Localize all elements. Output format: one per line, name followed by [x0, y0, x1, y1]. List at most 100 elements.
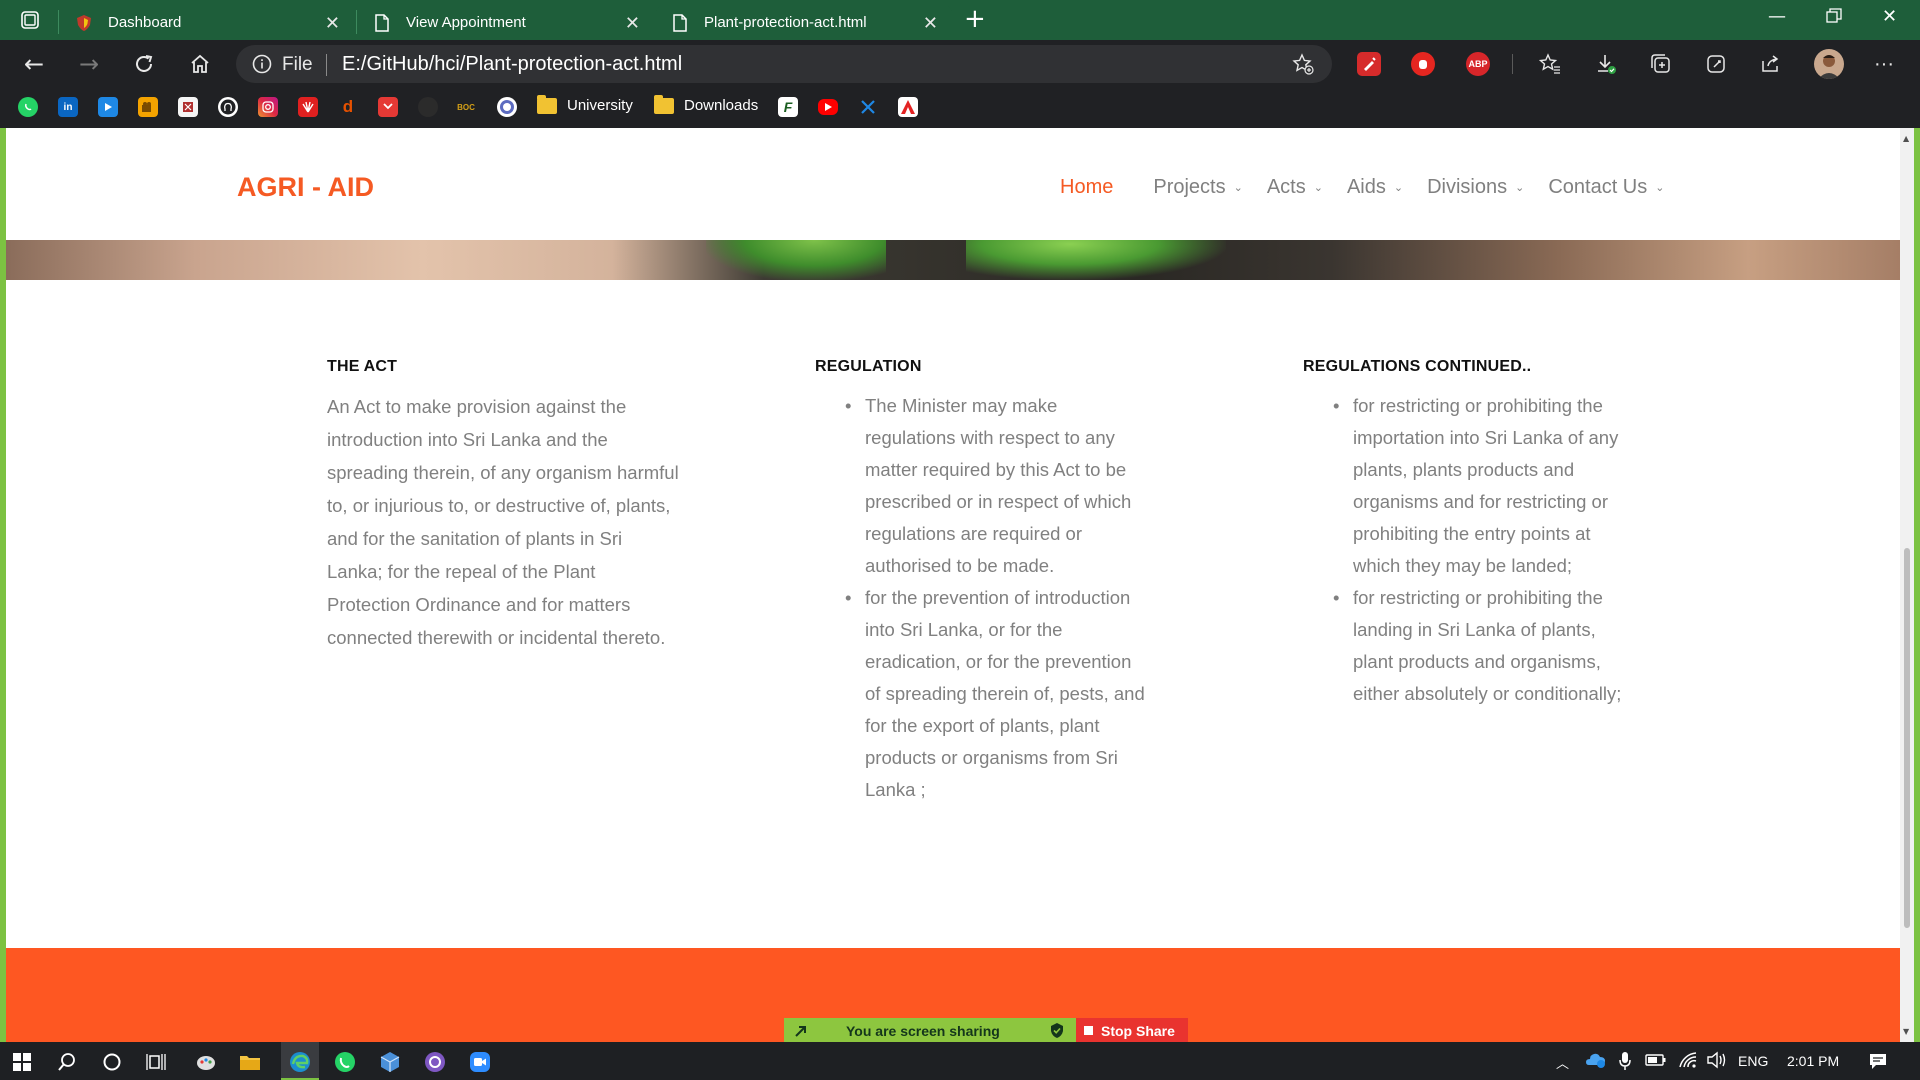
nav-acts[interactable]: Acts ⌄: [1267, 176, 1323, 199]
tab-title: Dashboard: [108, 14, 182, 31]
nav-aids[interactable]: Aids ⌄: [1347, 176, 1403, 199]
adblock-plus-icon[interactable]: ABP: [1466, 52, 1490, 76]
windows-start-icon[interactable]: [10, 1050, 34, 1074]
workspaces-icon[interactable]: [18, 8, 42, 32]
whatsapp-app-icon[interactable]: [333, 1050, 357, 1074]
chevron-down-icon: ⌄: [1393, 181, 1404, 194]
input-language[interactable]: ENG: [1738, 1053, 1768, 1069]
act-column: THE ACT An Act to make provision against…: [327, 358, 707, 654]
scroll-down-icon[interactable]: ▼: [1903, 1027, 1909, 1036]
scrollbar-thumb[interactable]: [1904, 548, 1910, 928]
adobe-bookmark-icon[interactable]: [898, 97, 918, 117]
nav-home[interactable]: Home: [1060, 176, 1113, 199]
volume-icon[interactable]: [1706, 1051, 1728, 1073]
collections-icon[interactable]: [1649, 52, 1673, 76]
boc-bookmark-icon[interactable]: BOC: [456, 97, 476, 117]
text-line: Lanka; for the repeal of the Plant: [327, 561, 596, 582]
nav-projects[interactable]: Projects ⌄: [1153, 176, 1242, 199]
hand-stop-extension-icon[interactable]: [1411, 52, 1435, 76]
downloads-icon[interactable]: [1594, 52, 1618, 76]
nav-label: Home: [1060, 176, 1114, 198]
add-favorite-icon[interactable]: [1292, 53, 1314, 75]
minimize-icon[interactable]: —: [1768, 6, 1786, 27]
3d-box-app-icon[interactable]: [378, 1050, 402, 1074]
x-tool-bookmark-icon[interactable]: [858, 97, 878, 117]
stop-share-button[interactable]: Stop Share: [1076, 1018, 1188, 1043]
emblem-bookmark-icon[interactable]: [497, 97, 517, 117]
back-icon[interactable]: ←: [20, 50, 48, 78]
linkedin-bookmark-icon[interactable]: in: [58, 97, 78, 117]
task-view-icon[interactable]: [144, 1050, 168, 1074]
paint-app-icon[interactable]: [194, 1050, 218, 1074]
text-line: eradication, or for the prevention: [865, 651, 1132, 672]
home-icon[interactable]: [186, 50, 214, 78]
close-tab-icon[interactable]: ✕: [625, 13, 640, 34]
profile-avatar[interactable]: [1814, 49, 1844, 79]
reload-icon[interactable]: [130, 50, 158, 78]
list-item: for restricting or prohibiting the landi…: [1333, 582, 1723, 710]
pocket-bookmark-icon[interactable]: [378, 97, 398, 117]
url-text[interactable]: E:/GitHub/hci/Plant-protection-act.html: [342, 53, 682, 76]
battery-icon[interactable]: [1645, 1053, 1667, 1071]
site-logo[interactable]: AGRI - AID: [237, 172, 374, 203]
edge-browser-icon[interactable]: [288, 1050, 312, 1074]
bookmark-folder-downloads[interactable]: Downloads: [654, 94, 758, 114]
nav-contact-us[interactable]: Contact Us ⌄: [1548, 176, 1664, 199]
zoom-app-icon[interactable]: [468, 1050, 492, 1074]
huawei-bookmark-icon[interactable]: [298, 97, 318, 117]
file-explorer-icon[interactable]: [238, 1050, 262, 1074]
restore-icon[interactable]: [1826, 8, 1842, 29]
more-options-icon[interactable]: ···: [1872, 52, 1896, 76]
new-tab-icon[interactable]: +: [964, 4, 986, 34]
d-bookmark-icon[interactable]: d: [338, 97, 358, 117]
wifi-icon[interactable]: [1678, 1051, 1698, 1073]
main-nav: Home Projects ⌄ Acts ⌄ Aids ⌄ Divisions …: [1060, 176, 1688, 199]
f-bookmark-icon[interactable]: F: [778, 97, 798, 117]
text-line: landing in Sri Lanka of plants,: [1353, 619, 1596, 640]
chevron-down-icon: ⌄: [1515, 181, 1525, 194]
text-line: authorised to be made.: [865, 555, 1055, 576]
forward-icon[interactable]: →: [75, 50, 103, 78]
github-desktop-icon[interactable]: [423, 1050, 447, 1074]
github-bookmark-icon[interactable]: [218, 97, 238, 117]
share-status-text: You are screen sharing: [846, 1023, 1000, 1039]
tab-view-appointment[interactable]: View Appointment ✕: [358, 5, 654, 40]
nav-label: Acts: [1266, 176, 1306, 198]
video-bookmark-icon[interactable]: [98, 97, 118, 117]
close-window-icon[interactable]: ✕: [1882, 6, 1897, 27]
search-icon[interactable]: [55, 1050, 79, 1074]
close-tab-icon[interactable]: ✕: [325, 13, 340, 34]
youtube-bookmark-icon[interactable]: [818, 99, 838, 115]
info-icon[interactable]: [252, 54, 272, 74]
regulation-list: for restricting or prohibiting the impor…: [1303, 390, 1723, 710]
page-scrollbar[interactable]: ▲ ▼: [1900, 128, 1914, 1042]
bookmark-folder-university[interactable]: University: [537, 94, 633, 114]
dark-circle-bookmark-icon[interactable]: [418, 97, 438, 117]
text-line: for restricting or prohibiting the: [1353, 395, 1603, 416]
onedrive-sync-icon[interactable]: [1584, 1051, 1606, 1073]
action-center-icon[interactable]: [1868, 1052, 1888, 1074]
favorites-icon[interactable]: [1538, 52, 1562, 76]
cortana-icon[interactable]: [100, 1050, 124, 1074]
whatsapp-bookmark-icon[interactable]: [18, 97, 38, 117]
tab-plant-protection-act[interactable]: Plant-protection-act.html ✕: [656, 5, 952, 40]
nav-label: Projects: [1153, 176, 1226, 198]
show-hidden-icons-icon[interactable]: ︿: [1556, 1053, 1569, 1072]
web-capture-icon[interactable]: [1704, 52, 1728, 76]
close-tab-icon[interactable]: ✕: [923, 13, 938, 34]
pen-extension-icon[interactable]: [1357, 52, 1381, 76]
crest-bookmark-icon[interactable]: [178, 97, 198, 117]
share-icon[interactable]: [1759, 52, 1783, 76]
taskbar-clock[interactable]: 2:01 PM: [1787, 1053, 1839, 1069]
film-bookmark-icon[interactable]: [138, 97, 158, 117]
act-description: An Act to make provision against the int…: [327, 390, 707, 654]
address-bar[interactable]: File E:/GitHub/hci/Plant-protection-act.…: [236, 45, 1332, 83]
scroll-up-icon[interactable]: ▲: [1903, 134, 1909, 143]
text-line: Protection Ordinance and for matters: [327, 594, 631, 615]
nav-divisions[interactable]: Divisions ⌄: [1427, 176, 1524, 199]
microphone-icon[interactable]: [1618, 1051, 1632, 1075]
instagram-bookmark-icon[interactable]: [258, 97, 278, 117]
screen-share-bar: You are screen sharing Stop Share: [784, 1018, 1188, 1043]
tab-dashboard[interactable]: Dashboard ✕: [60, 5, 354, 40]
share-status[interactable]: You are screen sharing: [784, 1018, 1076, 1043]
